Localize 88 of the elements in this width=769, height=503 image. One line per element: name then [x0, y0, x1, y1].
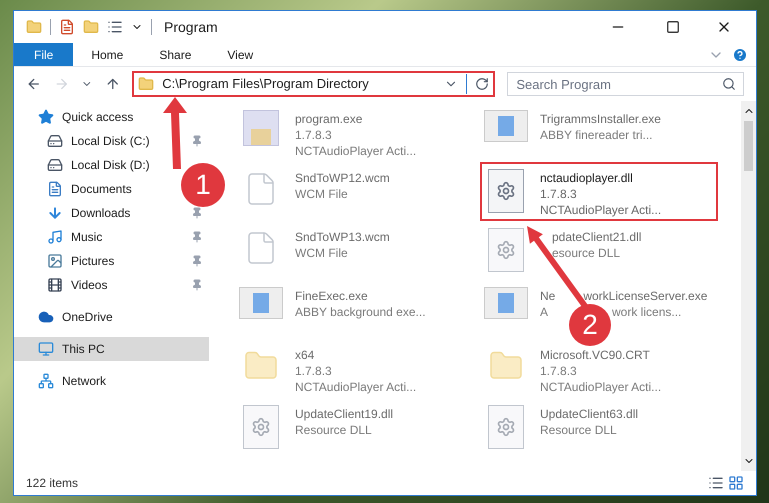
file-detail: NCTAudioPlayer Acti... [540, 202, 662, 218]
pin-icon[interactable] [191, 279, 203, 291]
file-name: Ne [540, 288, 556, 304]
file-name: program.exe [295, 111, 362, 127]
file-name: TrigrammsInstaller.exe [540, 111, 661, 127]
file-name: SndToWP13.wcm [295, 229, 390, 245]
file-name: pdateClient21.dll [552, 229, 642, 245]
drive-icon [47, 133, 63, 149]
sidebar-item[interactable]: Music [14, 225, 110, 249]
back-icon[interactable] [26, 76, 42, 92]
file-detail: 1.7.8.3 [295, 363, 332, 379]
up-icon[interactable] [104, 76, 120, 92]
sidebar-item[interactable]: This PC [14, 337, 209, 361]
sidebar-item[interactable]: Documents [14, 177, 140, 201]
file-detail: Resource DLL [540, 422, 617, 438]
sidebar-item[interactable]: Downloads [14, 201, 138, 225]
picture-icon [47, 253, 63, 269]
file-name: x64 [295, 347, 314, 363]
address-path: C:\Program Files\Program Directory [162, 75, 370, 94]
settings-file-icon [488, 228, 524, 272]
file-name: SndToWP12.wcm [295, 170, 390, 186]
help-icon[interactable] [732, 46, 748, 62]
file-detail: NCTAudioPlayer Acti... [540, 379, 662, 395]
window-icon [484, 287, 528, 319]
window-title: Program [164, 18, 218, 37]
file-detail: NCTAudioPlayer Acti... [295, 143, 416, 159]
maximize-icon[interactable] [666, 20, 680, 34]
file-detail: WCM File [295, 186, 348, 202]
document-icon [47, 181, 63, 197]
network-icon [38, 373, 54, 389]
cloud-icon [38, 309, 54, 325]
properties-icon[interactable] [59, 19, 75, 35]
settings-file-icon [243, 405, 279, 449]
ribbon-tab[interactable]: File [14, 43, 74, 66]
file-detail: ABBY background exe... [295, 304, 426, 320]
star-icon [38, 109, 54, 125]
file-name: UpdateClient19.dll [295, 406, 394, 422]
file-detail: Resource DLL [295, 422, 372, 438]
file-name: FineExec.exe [295, 288, 368, 304]
monitor-icon [38, 341, 54, 357]
scrollbar[interactable] [741, 101, 756, 471]
sidebar-item[interactable]: OneDrive [14, 305, 121, 329]
sidebar-item[interactable]: Videos [14, 273, 116, 297]
file-detail: WCM File [295, 245, 348, 261]
refresh-icon[interactable] [475, 77, 490, 91]
sidebar-item[interactable]: Network [14, 369, 114, 393]
pin-icon[interactable] [191, 135, 203, 147]
details-view-icon[interactable] [708, 475, 724, 491]
sidebar-item[interactable]: Local Disk (D:) [14, 153, 158, 177]
file-detail: work licens... [612, 304, 682, 320]
file-detail: esource DLL [552, 245, 620, 261]
scrollbar-thumb[interactable] [744, 121, 753, 171]
pin-icon[interactable] [191, 255, 203, 267]
ribbon-tab[interactable]: View [209, 43, 272, 66]
address-field[interactable]: C:\Program Files\Program Directory [132, 71, 496, 97]
sidebar-item[interactable]: Quick access [14, 105, 142, 129]
pin-icon[interactable] [191, 231, 203, 243]
window-icon [484, 110, 528, 142]
file-detail: 1.7.8.3 [540, 363, 577, 379]
file-detail: NCTAudioPlayer Acti... [295, 379, 416, 395]
search-icon [722, 77, 736, 91]
file-detail: 1.7.8.3 [540, 186, 577, 202]
drive-icon [47, 157, 63, 173]
file-detail: 1.7.8.3 [295, 127, 332, 143]
file-name: Microsoft.VC90.CRT [540, 347, 650, 363]
sidebar-item[interactable]: Pictures [14, 249, 122, 273]
arrow [160, 97, 190, 169]
file-item[interactable]: nctaudioplayer.dll 1.7.8.3 NCTAudioPlayer Acti... [480, 162, 718, 221]
file-name: nctaudioplayer.dll [540, 170, 633, 186]
program-icon [243, 110, 279, 146]
film-icon [47, 277, 63, 293]
file-name: workLicenseServer.exe [583, 288, 708, 304]
ribbon-tab[interactable]: Share [141, 43, 210, 66]
sidebar-item[interactable]: Local Disk (C:) [14, 129, 158, 153]
pin-icon[interactable] [191, 207, 203, 219]
item-count: 122 items [26, 475, 78, 492]
file-detail: A [540, 304, 548, 320]
large-icons-view-icon[interactable] [728, 475, 744, 491]
search-field[interactable]: Search Program [507, 72, 744, 96]
ribbon-tab[interactable]: Home [73, 43, 142, 66]
file-detail: ABBY finereader tri... [540, 127, 652, 143]
file-name: UpdateClient63.dll [540, 406, 638, 422]
folder-icon [138, 76, 154, 92]
list-icon[interactable] [107, 19, 123, 35]
settings-file-icon [488, 405, 524, 449]
settings-file-icon [488, 169, 524, 213]
music-note-icon [47, 229, 63, 245]
window-icon [239, 287, 283, 319]
